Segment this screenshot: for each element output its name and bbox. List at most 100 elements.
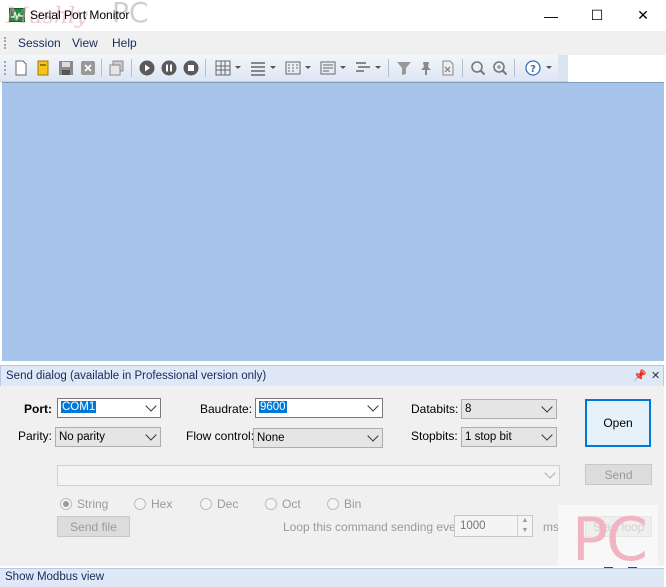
toolbar-separator — [462, 59, 463, 77]
pin-panel-icon[interactable]: 📌 — [633, 369, 647, 382]
open-icon[interactable] — [36, 60, 50, 76]
chevron-down-icon — [541, 401, 553, 413]
save-icon[interactable] — [58, 60, 74, 76]
stepper-arrows-icon[interactable]: ▲ ▼ — [517, 516, 532, 536]
port-value: COM1 — [61, 401, 97, 413]
toolbar-grip[interactable] — [4, 61, 8, 75]
baudrate-label: Baudrate: — [200, 402, 253, 416]
format-bin-label: Bin — [344, 497, 362, 511]
toolbar-separator — [514, 59, 515, 77]
radio-dot — [134, 498, 146, 510]
pause-icon[interactable] — [161, 60, 177, 76]
baudrate-value: 9600 — [259, 401, 287, 413]
terminal-view-icon[interactable] — [320, 60, 336, 76]
loop-unit-label: ms — [543, 520, 559, 534]
toolbar: ? — [0, 55, 568, 82]
list-view-icon[interactable] — [250, 60, 266, 76]
toolbar-overflow-button[interactable] — [558, 55, 568, 81]
chevron-down-icon — [367, 400, 379, 412]
dump-view-icon[interactable] — [285, 60, 301, 76]
radio-dot — [265, 498, 277, 510]
find-next-icon[interactable] — [492, 60, 508, 76]
toolbar-separator — [388, 59, 389, 77]
menu-grip[interactable] — [4, 37, 8, 49]
chevron-down-icon[interactable] — [375, 66, 381, 69]
monitor-view[interactable] — [2, 82, 664, 361]
new-session-icon[interactable] — [14, 60, 28, 76]
parity-value: No parity — [59, 431, 106, 443]
line-view-icon[interactable] — [355, 60, 371, 76]
format-dec-radio[interactable]: Dec — [200, 497, 238, 511]
grid-view-icon[interactable] — [215, 60, 231, 76]
chevron-down-icon[interactable] — [235, 66, 241, 69]
stopbits-label: Stopbits: — [411, 429, 458, 443]
stop-icon[interactable] — [183, 60, 199, 76]
chevron-down-icon[interactable] — [340, 66, 346, 69]
svg-text:?: ? — [530, 64, 536, 75]
chevron-down-icon — [367, 430, 379, 442]
send-button[interactable]: Send — [585, 464, 652, 485]
flow-control-label: Flow control: — [186, 429, 255, 443]
format-oct-label: Oct — [282, 497, 301, 511]
toolbar-separator — [101, 59, 102, 77]
format-string-label: String — [77, 497, 109, 511]
menu-bar: Session View Help — [0, 31, 666, 55]
format-oct-radio[interactable]: Oct — [265, 497, 301, 511]
databits-value: 8 — [465, 403, 472, 415]
close-button[interactable]: ✕ — [620, 0, 666, 31]
chevron-down-icon — [145, 400, 157, 412]
send-dialog-panel: Port: COM1 Baudrate: 9600 Databits: 8 Op… — [0, 386, 664, 566]
databits-label: Databits: — [411, 402, 459, 416]
send-dialog-title: Send dialog (available in Professional v… — [6, 370, 267, 382]
chevron-down-icon[interactable] — [270, 66, 276, 69]
databits-select[interactable]: 8 — [461, 399, 557, 419]
format-bin-radio[interactable]: Bin — [327, 497, 361, 511]
show-modbus-view-link[interactable]: Show Modbus view — [5, 571, 104, 583]
toolbar-separator — [131, 59, 132, 77]
flow-control-select[interactable]: None — [253, 428, 383, 448]
menu-session[interactable]: Session — [18, 36, 61, 50]
chevron-down-icon — [145, 429, 157, 441]
stopbits-select[interactable]: 1 stop bit — [461, 427, 557, 447]
loop-interval-stepper[interactable]: 1000 ▲ ▼ — [454, 515, 533, 537]
loop-interval-value: 1000 — [460, 520, 486, 532]
help-icon[interactable]: ? — [525, 60, 541, 76]
open-button[interactable]: Open — [585, 399, 651, 447]
radio-dot — [60, 498, 72, 510]
chevron-down-icon — [541, 429, 553, 441]
flow-control-value: None — [257, 432, 285, 444]
loop-label: Loop this command sending every — [283, 520, 466, 534]
menu-help[interactable]: Help — [112, 36, 137, 50]
baudrate-select[interactable]: 9600 — [255, 398, 383, 418]
format-hex-label: Hex — [151, 497, 173, 511]
parity-label: Parity: — [18, 429, 53, 443]
find-icon[interactable] — [470, 60, 486, 76]
parity-select[interactable]: No parity — [55, 427, 161, 447]
pin-icon[interactable] — [418, 60, 434, 76]
close-session-icon[interactable] — [80, 60, 96, 76]
send-file-button[interactable]: Send file — [57, 516, 130, 537]
format-dec-label: Dec — [217, 497, 239, 511]
menu-view[interactable]: View — [72, 36, 98, 50]
chevron-down-icon[interactable] — [305, 66, 311, 69]
minimize-button[interactable]: — — [528, 0, 574, 31]
start-loop-button[interactable]: Start loop — [585, 516, 652, 537]
port-select[interactable]: COM1 — [57, 398, 161, 418]
radio-dot — [200, 498, 212, 510]
copy-icon[interactable] — [109, 60, 125, 76]
filter-icon[interactable] — [396, 60, 412, 76]
radio-dot — [327, 498, 339, 510]
command-input[interactable] — [57, 465, 560, 486]
start-icon[interactable] — [139, 60, 155, 76]
close-panel-icon[interactable]: ✕ — [651, 369, 660, 382]
app-icon — [9, 8, 25, 22]
maximize-button[interactable]: ☐ — [574, 0, 620, 31]
chevron-down-icon — [544, 467, 556, 479]
format-string-radio[interactable]: String — [60, 497, 108, 511]
stopbits-value: 1 stop bit — [465, 431, 512, 443]
clear-icon[interactable] — [440, 60, 456, 76]
status-bar: Show Modbus view — [0, 568, 664, 587]
title-bar: Mushly PC Serial Port Monitor — ☐ ✕ — [0, 0, 666, 31]
format-hex-radio[interactable]: Hex — [134, 497, 172, 511]
chevron-down-icon[interactable] — [546, 66, 552, 69]
